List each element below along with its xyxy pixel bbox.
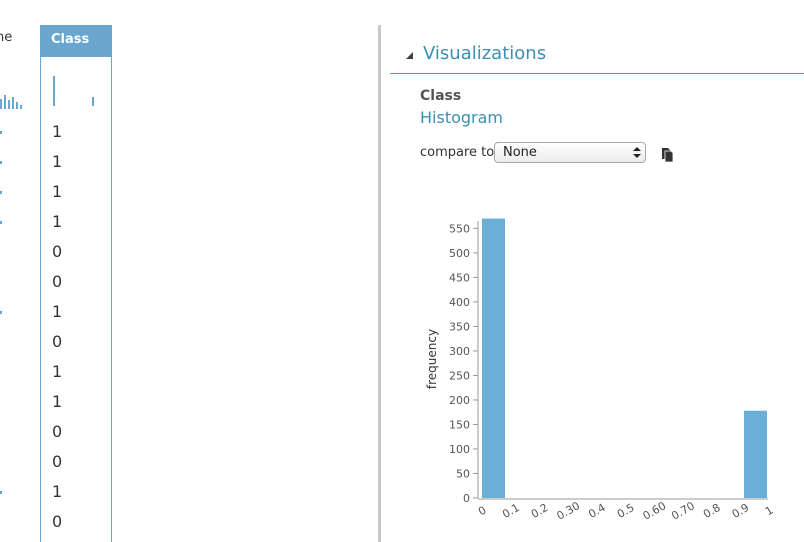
x-tick-label: 0.70 bbox=[669, 499, 697, 523]
visualizations-pane: Visualizations Class Histogram compare t… bbox=[390, 0, 804, 542]
table-cell[interactable]: 1 bbox=[52, 212, 62, 231]
table-cell[interactable]: 0 bbox=[52, 332, 62, 351]
table-cell[interactable]: 1 bbox=[52, 302, 62, 321]
class-column[interactable]: Class 1 1 1 1 0 0 1 0 1 1 0 0 1 0 bbox=[40, 25, 112, 542]
table-cell[interactable]: 0 bbox=[52, 242, 62, 261]
y-tick-label: 350 bbox=[449, 320, 470, 333]
y-tick-label: 400 bbox=[449, 296, 470, 309]
x-tick-label: 0.5 bbox=[615, 501, 637, 521]
table-cell[interactable]: 0 bbox=[52, 512, 62, 531]
table-cell[interactable]: 0 bbox=[52, 272, 62, 291]
table-cell[interactable]: 1 bbox=[52, 482, 62, 501]
histogram-bars bbox=[482, 218, 767, 498]
y-tick-label: 100 bbox=[449, 443, 470, 456]
histogram-chart: frequency 0 50 100 150 200 250 300 350 400 450 500… bbox=[425, 218, 776, 523]
pane-splitter[interactable] bbox=[378, 25, 381, 542]
dataset-table: ne Class 1 1 1 1 0 0 1 0 1 1 0 0 1 0 bbox=[0, 0, 380, 542]
y-tick-label: 250 bbox=[449, 369, 470, 382]
y-tick-label: 300 bbox=[449, 345, 470, 358]
y-tick-label: 500 bbox=[449, 247, 470, 260]
previous-column-cell bbox=[0, 131, 2, 134]
previous-column-cell bbox=[0, 221, 2, 224]
y-tick-label: 450 bbox=[449, 271, 470, 284]
x-tick-label: 1 bbox=[763, 504, 776, 519]
x-tick-label: 0.1 bbox=[500, 501, 522, 521]
table-cell[interactable]: 1 bbox=[52, 392, 62, 411]
table-cell[interactable]: 1 bbox=[52, 182, 62, 201]
x-tick-label: 0.9 bbox=[730, 501, 752, 521]
x-tick-label: 0.8 bbox=[701, 501, 723, 521]
x-tick-label: 0 bbox=[476, 504, 489, 519]
y-tick-label: 50 bbox=[456, 467, 470, 480]
x-tick-label: 0.30 bbox=[554, 499, 582, 523]
table-cell[interactable]: 1 bbox=[52, 122, 62, 141]
y-axis-label: frequency bbox=[425, 329, 439, 389]
x-tick-label: 0.2 bbox=[529, 501, 551, 521]
x-axis: 0 0.1 0.2 0.30 0.4 0.5 0.60 0.70 0.8 0.9 1 bbox=[476, 498, 776, 523]
class-column-cells: 1 1 1 1 0 0 1 0 1 1 0 0 1 0 bbox=[41, 25, 111, 542]
x-tick-label: 0.4 bbox=[586, 501, 608, 521]
table-cell[interactable]: 1 bbox=[52, 362, 62, 381]
previous-column-cell bbox=[0, 491, 2, 494]
y-tick-label: 550 bbox=[449, 222, 470, 235]
y-tick-label: 0 bbox=[463, 492, 470, 505]
previous-column-cell bbox=[0, 161, 2, 164]
histogram-bar[interactable] bbox=[482, 218, 505, 498]
previous-column-header[interactable]: ne bbox=[0, 30, 12, 45]
previous-column-cell bbox=[0, 311, 2, 314]
y-tick-label: 150 bbox=[449, 418, 470, 431]
table-cell[interactable]: 0 bbox=[52, 422, 62, 441]
previous-column-cell bbox=[0, 191, 2, 194]
y-tick-label: 200 bbox=[449, 394, 470, 407]
histogram-bar[interactable] bbox=[744, 410, 767, 498]
x-tick-label: 0.60 bbox=[641, 499, 669, 523]
previous-column-sparkline bbox=[0, 93, 26, 109]
table-cell[interactable]: 1 bbox=[52, 152, 62, 171]
y-axis: 0 50 100 150 200 250 300 350 400 450 500 550 bbox=[449, 221, 479, 505]
table-cell[interactable]: 0 bbox=[52, 452, 62, 471]
